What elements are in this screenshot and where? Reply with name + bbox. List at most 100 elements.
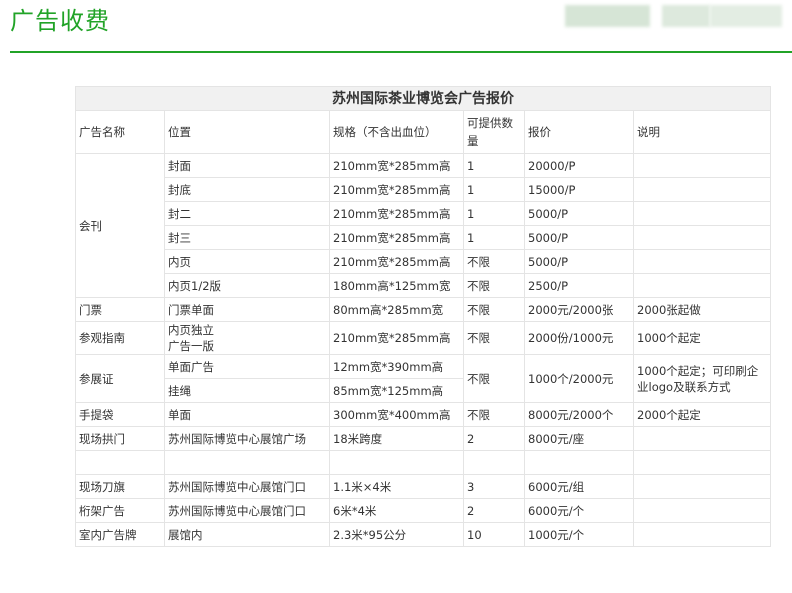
cell-price: 6000元/组 [524, 474, 634, 499]
group-label: 手提袋 [75, 402, 165, 427]
cell-note [633, 522, 771, 547]
table-row: 封三 210mm宽*285mm高 1 5000/P [76, 225, 771, 250]
cell-position: 封底 [164, 177, 330, 202]
cell-price: 5000/P [524, 249, 634, 274]
table-header-row: 广告名称 位置 规格（不含出血位） 可提供数量 报价 说明 [75, 110, 771, 154]
blurred-element [565, 5, 650, 27]
cell-price: 1000个/2000元 [524, 354, 634, 403]
cell-spec: 210mm宽*285mm高 [329, 177, 464, 202]
table-row: 桁架广告 苏州国际博览中心展馆门口 6米*4米 2 6000元/个 [75, 498, 771, 523]
empty-cell [164, 450, 330, 475]
cell-position: 门票单面 [164, 297, 330, 322]
cell-note [633, 249, 771, 274]
cell-note [633, 225, 771, 250]
cell-position: 苏州国际博览中心展馆门口 [164, 474, 330, 499]
cell-price: 8000元/2000个 [524, 402, 634, 427]
cell-spec: 85mm宽*125mm高 [329, 378, 464, 403]
cell-note [633, 273, 771, 298]
empty-cell [633, 450, 771, 475]
cell-quantity: 1 [463, 225, 525, 250]
cell-price: 6000元/个 [524, 498, 634, 523]
group-label: 参观指南 [75, 321, 165, 355]
cell-quantity: 不限 [463, 354, 525, 403]
cell-note-line: 业logo及联系方式 [637, 379, 731, 394]
table-row: 现场刀旗 苏州国际博览中心展馆门口 1.1米×4米 3 6000元/组 [75, 474, 771, 499]
table-row: 参观指南 内页独立 广告一版 210mm宽*285mm高 不限 2000份/10… [75, 321, 771, 355]
table-row: 内页1/2版 180mm高*125mm宽 不限 2500/P [76, 273, 771, 298]
cell-position-line: 内页独立 [168, 323, 214, 337]
table-row: 门票 门票单面 80mm高*285mm宽 不限 2000元/2000张 2000… [75, 297, 771, 322]
cell-quantity: 1 [463, 177, 525, 202]
header-quantity: 可提供数量 [463, 110, 525, 154]
header-ad-name: 广告名称 [75, 110, 165, 154]
empty-cell [75, 450, 165, 475]
cell-quantity: 2 [463, 498, 525, 523]
price-table: 苏州国际茶业博览会广告报价 广告名称 位置 规格（不含出血位） 可提供数量 报价… [75, 86, 771, 547]
cell-quantity: 不限 [463, 321, 525, 355]
cell-quantity: 不限 [463, 297, 525, 322]
group-label: 会刊 [75, 153, 165, 298]
cell-price: 20000/P [524, 153, 634, 178]
table-row: 现场拱门 苏州国际博览中心展馆广场 18米跨度 2 8000元/座 [75, 426, 771, 451]
cell-note: 1000个起定 [633, 321, 771, 355]
cell-spec: 80mm高*285mm宽 [329, 297, 464, 322]
cell-price: 15000/P [524, 177, 634, 202]
group-label: 现场刀旗 [75, 474, 165, 499]
cell-note [633, 498, 771, 523]
cell-price: 2000份/1000元 [524, 321, 634, 355]
cell-spec: 300mm宽*400mm高 [329, 402, 464, 427]
cell-quantity: 10 [463, 522, 525, 547]
table-row: 参展证 单面广告 12mm宽*390mm高 不限 1000个/2000元 100… [75, 354, 771, 403]
cell-note [633, 474, 771, 499]
cell-spec: 18米跨度 [329, 426, 464, 451]
cell-price: 1000元/个 [524, 522, 634, 547]
cell-position: 封三 [164, 225, 330, 250]
table-row: 封底 210mm宽*285mm高 1 15000/P [76, 177, 771, 202]
cell-position: 单面广告 [164, 354, 330, 379]
cell-spec: 210mm宽*285mm高 [329, 225, 464, 250]
cell-note: 2000个起定 [633, 402, 771, 427]
cell-note [633, 201, 771, 226]
cell-quantity: 3 [463, 474, 525, 499]
page-header: 广告收费 [0, 0, 792, 54]
empty-cell [463, 450, 525, 475]
group-label: 室内广告牌 [75, 522, 165, 547]
group-label: 门票 [75, 297, 165, 322]
cell-price: 2500/P [524, 273, 634, 298]
cell-position-line: 广告一版 [168, 339, 214, 353]
cell-quantity: 不限 [463, 249, 525, 274]
table-row: 会刊 封面 210mm宽*285mm高 1 20000/P [75, 153, 771, 298]
blurred-element [710, 5, 782, 27]
cell-spec: 180mm高*125mm宽 [329, 273, 464, 298]
group-label: 参展证 [75, 354, 165, 403]
table-row: 室内广告牌 展馆内 2.3米*95公分 10 1000元/个 [75, 522, 771, 547]
cell-note [633, 177, 771, 202]
group-label: 现场拱门 [75, 426, 165, 451]
header-price: 报价 [524, 110, 634, 154]
table-row: 内页 210mm宽*285mm高 不限 5000/P [76, 249, 771, 274]
cell-spec: 210mm宽*285mm高 [329, 321, 464, 355]
cell-note: 2000张起做 [633, 297, 771, 322]
price-table-container: 苏州国际茶业博览会广告报价 广告名称 位置 规格（不含出血位） 可提供数量 报价… [75, 86, 771, 547]
cell-position: 内页独立 广告一版 [164, 321, 330, 355]
table-row: 封二 210mm宽*285mm高 1 5000/P [76, 201, 771, 226]
header-note: 说明 [633, 110, 771, 154]
cell-price: 8000元/座 [524, 426, 634, 451]
cell-spec: 2.3米*95公分 [329, 522, 464, 547]
cell-spec: 6米*4米 [329, 498, 464, 523]
table-row: 手提袋 单面 300mm宽*400mm高 不限 8000元/2000个 2000… [75, 402, 771, 427]
cell-spec: 12mm宽*390mm高 [329, 354, 464, 379]
page-title: 广告收费 [10, 7, 110, 35]
cell-quantity: 不限 [463, 273, 525, 298]
cell-spec: 210mm宽*285mm高 [329, 153, 464, 178]
table-row-empty [75, 450, 771, 475]
cell-position: 挂绳 [164, 378, 330, 403]
cell-position: 内页 [164, 249, 330, 274]
cell-quantity: 2 [463, 426, 525, 451]
group-label: 桁架广告 [75, 498, 165, 523]
cell-position: 封二 [164, 201, 330, 226]
cell-price: 2000元/2000张 [524, 297, 634, 322]
cell-price: 5000/P [524, 201, 634, 226]
cell-position: 单面 [164, 402, 330, 427]
cell-price: 5000/P [524, 225, 634, 250]
